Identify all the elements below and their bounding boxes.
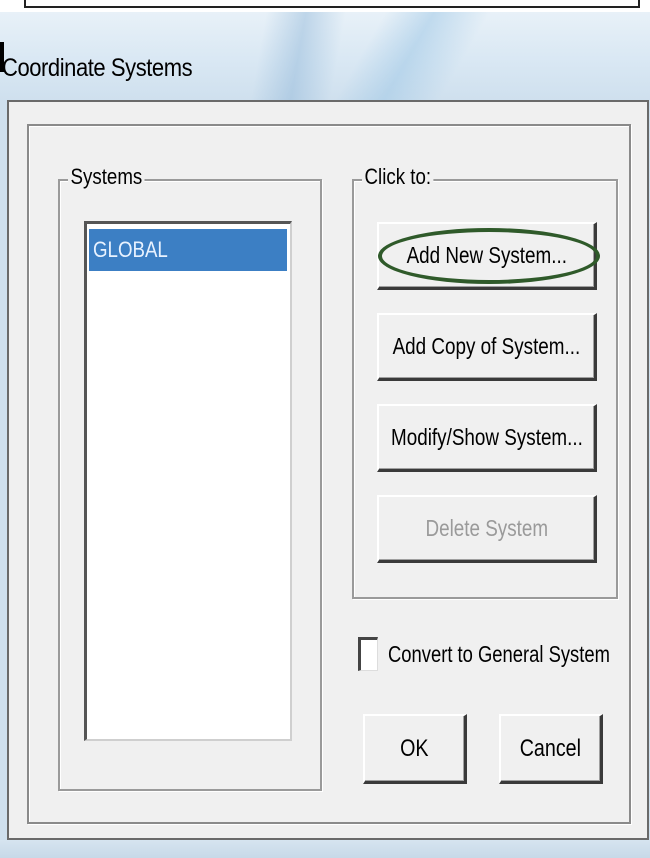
click-to-group-label: Click to: xyxy=(362,164,434,190)
convert-to-general-row[interactable]: Convert to General System xyxy=(358,634,650,674)
list-item[interactable]: GLOBAL xyxy=(89,229,287,271)
delete-system-label: Delete System xyxy=(425,515,548,541)
convert-to-general-checkbox[interactable] xyxy=(358,637,378,671)
modify-show-system-button[interactable]: Modify/Show System... xyxy=(377,404,597,472)
delete-system-button: Delete System xyxy=(377,495,597,563)
add-new-system-button[interactable]: Add New System... xyxy=(377,222,597,290)
add-new-system-label: Add New System... xyxy=(406,242,567,268)
convert-to-general-label[interactable]: Convert to General System xyxy=(388,641,610,668)
add-copy-of-system-label: Add Copy of System... xyxy=(392,333,581,359)
background-window-frame xyxy=(24,0,640,8)
window-title: Coordinate Systems xyxy=(2,54,193,82)
cancel-label: Cancel xyxy=(519,734,582,762)
systems-group-label: Systems xyxy=(68,164,145,190)
background-window-edge xyxy=(0,0,650,12)
add-copy-of-system-button[interactable]: Add Copy of System... xyxy=(377,313,597,381)
window-bottom-frame xyxy=(0,840,650,858)
ok-label: OK xyxy=(400,734,429,762)
modify-show-system-label: Modify/Show System... xyxy=(390,424,583,450)
list-item-label: GLOBAL xyxy=(93,237,168,262)
systems-listbox[interactable]: GLOBAL xyxy=(84,221,292,741)
ok-button[interactable]: OK xyxy=(363,714,467,784)
title-bar[interactable]: Coordinate Systems xyxy=(0,12,650,100)
cancel-button[interactable]: Cancel xyxy=(499,714,603,784)
